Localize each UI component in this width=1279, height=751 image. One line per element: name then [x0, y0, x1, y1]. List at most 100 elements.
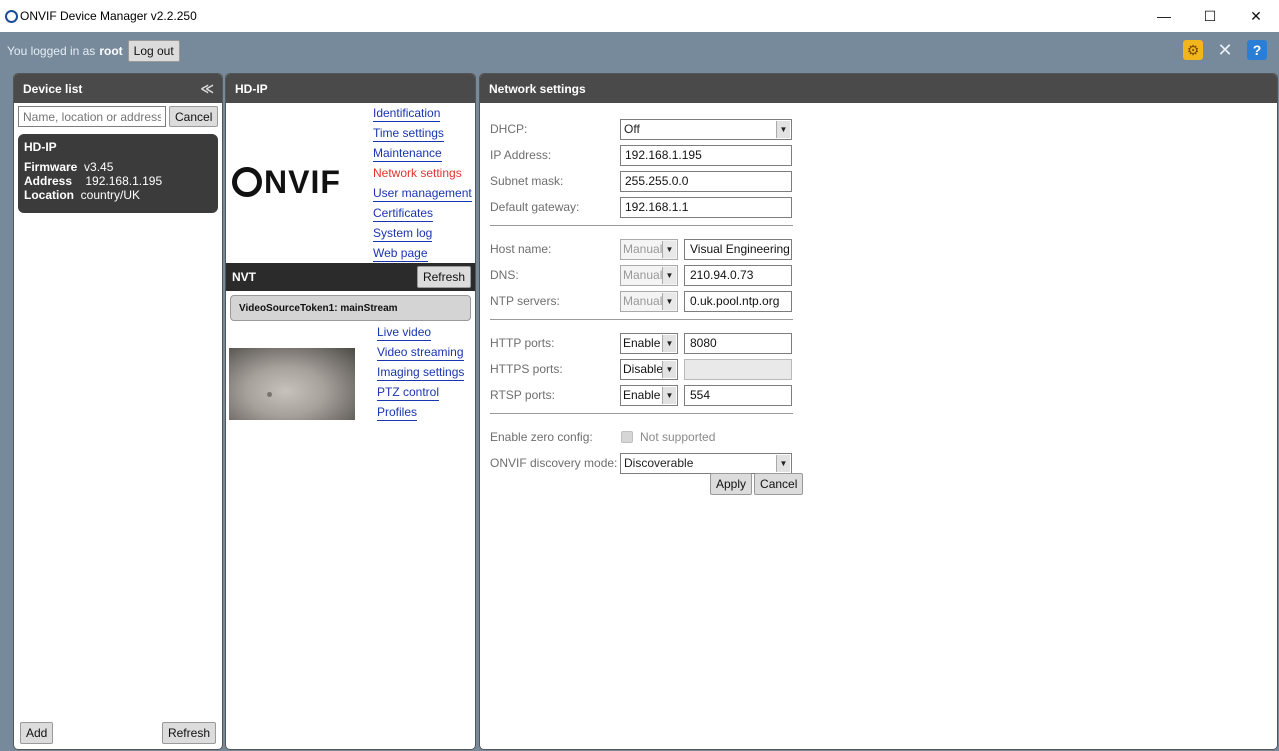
rtsp-ports-label: RTSP ports: — [490, 388, 555, 402]
device-list-item[interactable]: HD-IP Firmware v3.45 Address 192.168.1.1… — [18, 134, 218, 213]
collapse-icon[interactable]: ≪ — [200, 81, 214, 97]
location-label: Location — [24, 188, 74, 202]
nvt-header: NVT Refresh — [226, 263, 475, 291]
menu-link-certificates[interactable]: Certificates — [373, 206, 434, 222]
https-mode-select[interactable]: Disable ▼ — [620, 358, 678, 380]
device-detail-header: HD-IP — [226, 74, 475, 103]
ip-address-field[interactable]: 192.168.1.195 — [620, 144, 792, 166]
firmware-label: Firmware — [24, 160, 78, 174]
cancel-button[interactable]: Cancel — [754, 473, 804, 495]
device-detail-title: HD-IP — [235, 81, 268, 96]
address-value: 192.168.1.195 — [85, 174, 163, 188]
close-button[interactable]: ✕ — [1233, 0, 1279, 32]
help-icon[interactable]: ? — [1247, 40, 1267, 60]
device-list-footer: Add Refresh — [14, 716, 222, 749]
menu-link-network-settings[interactable]: Network settings — [373, 166, 462, 182]
link-video-streaming[interactable]: Video streaming — [377, 345, 464, 361]
login-bar: You logged in as root Log out ⚙ ✕ ? — [0, 32, 1279, 70]
search-cancel-button[interactable]: Cancel — [169, 106, 219, 127]
ntp-servers-label: NTP servers: — [490, 294, 560, 308]
chevron-down-icon: ▼ — [662, 266, 676, 284]
discovery-mode-select[interactable]: Discoverable ▼ — [620, 452, 792, 474]
location-value: country/UK — [80, 188, 141, 202]
form-actions: Apply Cancel — [710, 473, 804, 495]
default-gateway-label: Default gateway: — [490, 200, 580, 214]
https-ports-field — [684, 358, 792, 380]
chevron-down-icon: ▼ — [662, 334, 676, 352]
discovery-mode-label: ONVIF discovery mode: — [490, 456, 618, 470]
device-name: HD-IP — [24, 140, 57, 154]
subnet-mask-label: Subnet mask: — [490, 174, 564, 188]
http-ports-field[interactable]: 8080 — [684, 332, 792, 354]
dhcp-select[interactable]: Off ▼ — [620, 118, 792, 140]
link-live-video[interactable]: Live video — [377, 325, 432, 341]
nvt-refresh-button[interactable]: Refresh — [416, 266, 471, 288]
http-mode-select[interactable]: Enable ▼ — [620, 332, 678, 354]
device-menu: Identification Time settings Maintenance… — [373, 106, 472, 266]
window-controls: — ☐ ✕ — [1141, 0, 1279, 32]
ntp-mode-select: Manual ▼ — [620, 290, 678, 312]
menu-link-web-page[interactable]: Web page — [373, 246, 428, 262]
gear-settings-icon[interactable]: ⚙ — [1183, 40, 1203, 60]
minimize-button[interactable]: — — [1141, 0, 1187, 32]
chevron-down-icon: ▼ — [776, 454, 790, 472]
menu-link-system-log[interactable]: System log — [373, 226, 433, 242]
dns-field[interactable]: 210.94.0.73 — [684, 264, 792, 286]
host-name-field[interactable]: Visual Engineering — [684, 238, 792, 260]
divider — [490, 225, 793, 226]
zero-config-checkbox — [621, 431, 633, 443]
device-search-input[interactable] — [18, 106, 166, 127]
menu-link-identification[interactable]: Identification — [373, 106, 441, 122]
chevron-down-icon: ▼ — [662, 386, 676, 404]
network-settings-header: Network settings — [480, 74, 1277, 103]
tools-icon[interactable]: ✕ — [1215, 40, 1235, 60]
top-toolbar: ⚙ ✕ ? — [1183, 40, 1267, 60]
device-list-panel: Device list ≪ Cancel HD-IP Firmware v3.4… — [13, 73, 223, 750]
divider — [490, 413, 793, 414]
ntp-servers-field[interactable]: 0.uk.pool.ntp.org — [684, 290, 792, 312]
logout-button[interactable]: Log out — [127, 40, 180, 62]
menu-link-maintenance[interactable]: Maintenance — [373, 146, 442, 162]
link-profiles[interactable]: Profiles — [377, 405, 418, 421]
rtsp-mode-select[interactable]: Enable ▼ — [620, 384, 678, 406]
subnet-mask-field[interactable]: 255.255.0.0 — [620, 170, 792, 192]
ip-address-label: IP Address: — [490, 148, 552, 162]
menu-link-time-settings[interactable]: Time settings — [373, 126, 444, 142]
video-preview-thumbnail[interactable] — [229, 348, 355, 420]
rtsp-ports-field[interactable]: 554 — [684, 384, 792, 406]
login-prefix: You logged in as — [7, 44, 96, 58]
device-list-title: Device list — [23, 81, 83, 96]
window-title: ONVIF Device Manager v2.2.250 — [20, 9, 197, 23]
add-device-button[interactable]: Add — [20, 721, 54, 744]
http-ports-label: HTTP ports: — [490, 336, 555, 350]
device-list-header: Device list ≪ — [14, 74, 222, 103]
menu-link-user-management[interactable]: User management — [373, 186, 472, 202]
dhcp-label: DHCP: — [490, 122, 528, 136]
dns-mode-select: Manual ▼ — [620, 264, 678, 286]
zero-config-label: Enable zero config: — [490, 430, 593, 444]
refresh-devices-button[interactable]: Refresh — [161, 721, 216, 744]
host-name-mode-select: Manual ▼ — [620, 238, 678, 260]
onvif-app-icon — [5, 9, 18, 23]
chevron-down-icon: ▼ — [662, 360, 676, 378]
device-detail-panel: HD-IP NVIF Identification Time settings … — [225, 73, 476, 750]
video-area: Live video Video streaming Imaging setti… — [226, 325, 475, 425]
chevron-down-icon: ▼ — [662, 240, 676, 258]
dns-label: DNS: — [490, 268, 519, 282]
firmware-value: v3.45 — [84, 160, 114, 174]
https-ports-label: HTTPS ports: — [490, 362, 563, 376]
apply-button[interactable]: Apply — [710, 473, 753, 495]
host-name-label: Host name: — [490, 242, 552, 256]
video-menu: Live video Video streaming Imaging setti… — [377, 325, 465, 425]
divider — [490, 319, 793, 320]
window-titlebar: ONVIF Device Manager v2.2.250 — ☐ ✕ — [0, 0, 1279, 32]
chevron-down-icon: ▼ — [776, 120, 790, 138]
default-gateway-field[interactable]: 192.168.1.1 — [620, 196, 792, 218]
maximize-button[interactable]: ☐ — [1187, 0, 1233, 32]
video-source-selector[interactable]: VideoSourceToken1: mainStream — [230, 295, 471, 321]
link-imaging-settings[interactable]: Imaging settings — [377, 365, 465, 381]
onvif-logo: NVIF — [232, 164, 341, 201]
chevron-down-icon: ▼ — [662, 292, 676, 310]
network-settings-panel: Network settings DHCP: Off ▼ IP Address: … — [479, 73, 1278, 750]
link-ptz-control[interactable]: PTZ control — [377, 385, 440, 401]
